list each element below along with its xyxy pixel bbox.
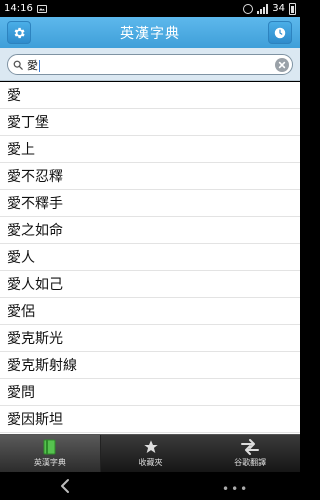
- result-list-item[interactable]: 愛克斯光: [0, 325, 300, 352]
- book-icon: [43, 439, 56, 455]
- result-list-item[interactable]: 愛克斯射線: [0, 352, 300, 379]
- result-list-item[interactable]: 愛之如命: [0, 217, 300, 244]
- history-button[interactable]: [268, 21, 292, 44]
- settings-gear-icon: [14, 27, 25, 38]
- tab-label-translate: 谷歌翻譯: [234, 458, 267, 467]
- result-list-item[interactable]: 愛丁堡: [0, 109, 300, 136]
- status-time: 14:16: [4, 3, 33, 14]
- tab-dictionary[interactable]: 英漢字典: [0, 435, 101, 472]
- result-list-item[interactable]: 愛人: [0, 244, 300, 271]
- image-icon: [36, 4, 47, 13]
- battery-icon: [289, 2, 296, 15]
- translate-arrows-icon: [241, 439, 260, 455]
- tab-favorites[interactable]: 收藏夾: [101, 435, 201, 472]
- more-options-button[interactable]: •••: [222, 482, 249, 496]
- search-value: 愛: [27, 58, 38, 72]
- bottom-tab-bar: 英漢字典 收藏夾 谷歌翻譯: [0, 434, 300, 472]
- app-header: 英漢字典: [0, 17, 300, 48]
- history-clock-icon: [274, 27, 286, 38]
- result-list-item[interactable]: 愛人如己: [0, 271, 300, 298]
- settings-button[interactable]: [7, 21, 31, 44]
- result-list-item[interactable]: 愛上: [0, 136, 300, 163]
- text-caret: [39, 59, 40, 72]
- result-list-item[interactable]: 愛侶: [0, 298, 300, 325]
- page-title: 英漢字典: [120, 25, 180, 42]
- alarm-icon: [243, 3, 254, 14]
- clear-x-icon: [278, 61, 286, 68]
- tab-label-dictionary: 英漢字典: [33, 458, 66, 467]
- result-list-item[interactable]: 愛不釋手: [0, 190, 300, 217]
- tab-google-translate[interactable]: 谷歌翻譯: [200, 435, 300, 472]
- magnifier-icon: [13, 60, 23, 70]
- search-input[interactable]: 愛: [7, 54, 293, 75]
- back-chevron-icon[interactable]: [58, 478, 72, 494]
- system-nav-bar: •••: [0, 472, 300, 500]
- status-bar: 14:16 34: [0, 0, 300, 17]
- result-list-item[interactable]: 愛因斯坦: [0, 406, 300, 433]
- result-list-item[interactable]: 愛問: [0, 379, 300, 406]
- results-list: 愛愛丁堡 愛上 愛不忍釋 愛不釋手 愛之如命 愛人 愛人如己 愛侶 愛克斯光 愛克斯射線 愛問 愛因斯…: [0, 82, 300, 434]
- result-list-item[interactable]: 愛不忍釋: [0, 163, 300, 190]
- tab-label-favorites: 收藏夾: [138, 458, 163, 467]
- clear-search-button[interactable]: [275, 57, 289, 72]
- signal-label: 34: [272, 3, 285, 14]
- search-bar: 愛: [0, 48, 300, 81]
- result-list-item[interactable]: 愛: [0, 82, 300, 109]
- signal-icon: [257, 3, 269, 14]
- star-icon: [143, 440, 158, 453]
